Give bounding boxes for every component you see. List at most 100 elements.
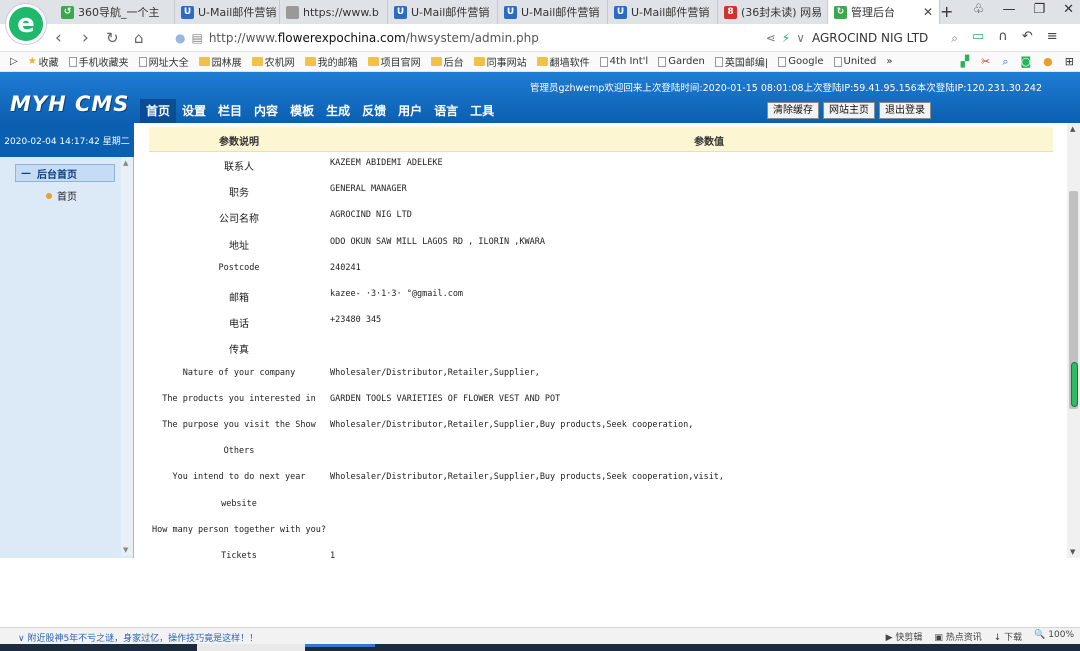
sidebar-toggle-icon[interactable]: ▷ xyxy=(0,56,23,67)
browser-tab[interactable]: U U-Mail邮件营销 xyxy=(498,0,608,24)
browser-tab[interactable]: 8 (36封未读) 网易 xyxy=(718,0,828,24)
dropdown-chevron-icon[interactable]: ∨ xyxy=(796,31,805,45)
side-panel-handle[interactable] xyxy=(1071,362,1078,407)
close-tab-icon[interactable]: ✕ xyxy=(923,5,933,19)
row-label: The products you interested in xyxy=(162,393,316,404)
cut-icon[interactable]: ✂ xyxy=(981,55,990,69)
minimize-icon[interactable]: — xyxy=(1002,2,1015,17)
bookmark-item[interactable]: Google xyxy=(773,54,828,69)
skin-icon[interactable]: ♧ xyxy=(973,2,985,17)
column-header-label: 参数说明 xyxy=(219,137,259,148)
table-row: Others xyxy=(149,440,1053,466)
bookmark-item[interactable]: 项目官网 xyxy=(363,54,426,69)
taskbar-active-app[interactable] xyxy=(305,644,375,647)
bookmark-label: 手机收藏夹 xyxy=(78,58,129,69)
cms-nav-item[interactable]: 工具 xyxy=(464,99,500,123)
bookmark-item[interactable]: 后台 xyxy=(426,54,469,69)
url-field[interactable]: ● ▤ http://www.flowerexpochina.com/hwsys… xyxy=(175,27,805,49)
tab-favicon-icon: ↻ xyxy=(834,5,847,19)
game-icon[interactable]: ◙ xyxy=(1020,55,1031,69)
status-tool[interactable]: ↓ 下载 xyxy=(994,630,1022,643)
row-value: Wholesaler/Distributor,Retailer,Supplier… xyxy=(330,367,540,378)
reload-icon[interactable]: ↻ xyxy=(106,29,119,47)
battery-icon[interactable]: ▭ xyxy=(972,29,984,44)
sidebar-scrollbar[interactable]: ▲ ▼ xyxy=(121,157,133,556)
cms-nav-item[interactable]: 首页 xyxy=(140,99,177,123)
scroll-up-icon[interactable]: ▲ xyxy=(1070,125,1075,133)
collapse-icon[interactable]: — xyxy=(21,168,31,179)
table-row: The products you interested in GARDEN TOO… xyxy=(149,388,1053,414)
search-icon[interactable]: ⌕ xyxy=(951,31,958,46)
undo-icon[interactable]: ↶ xyxy=(1022,29,1033,44)
headphones-icon[interactable]: ∩ xyxy=(998,29,1008,44)
cms-action-button[interactable]: 网站主页 xyxy=(823,102,875,119)
browser-tab[interactable]: https://www.b xyxy=(280,0,388,24)
taskbar-search[interactable] xyxy=(197,644,305,651)
lightning-icon[interactable]: ⚡ xyxy=(782,31,790,45)
restore-icon[interactable]: ❐ xyxy=(1033,2,1045,17)
share-icon[interactable]: ⋖ xyxy=(766,31,776,45)
news-ticker[interactable]: ∨ 附近股神5年不亏之谜，身家过亿，操作技巧竟是这样！！ xyxy=(18,631,258,644)
browser-logo-icon[interactable]: e xyxy=(6,4,46,44)
bookmark-item[interactable]: 网址大全 xyxy=(134,54,194,69)
tab-title: U-Mail邮件营销 xyxy=(411,6,490,19)
browser-tab[interactable]: U U-Mail邮件营销 xyxy=(388,0,498,24)
bookmark-item[interactable]: 翻墙软件 xyxy=(532,54,595,69)
forward-arrow-icon[interactable]: › xyxy=(82,28,89,48)
address-bar: ‹ › ↻ ⌂ ● ▤ http://www.flowerexpochina.c… xyxy=(0,24,1080,52)
back-arrow-icon[interactable]: ‹ xyxy=(55,28,62,48)
browser-tab[interactable]: ↻ 管理后台 ✕ xyxy=(828,0,940,24)
bookmark-item[interactable]: » xyxy=(881,54,897,69)
scroll-down-icon[interactable]: ▼ xyxy=(123,546,128,554)
cms-nav-item[interactable]: 内容 xyxy=(248,99,284,123)
table-row: The purpose you visit the Show Wholesaler… xyxy=(149,414,1053,440)
find-icon[interactable]: ⌕ xyxy=(1002,55,1008,69)
browser-tab[interactable]: U U-Mail邮件营销 xyxy=(608,0,718,24)
page-icon xyxy=(599,56,608,67)
status-tool[interactable]: ▶ 快剪辑 xyxy=(886,630,923,643)
bookmark-item[interactable]: 同事网站 xyxy=(469,54,532,69)
cms-nav-item[interactable]: 生成 xyxy=(320,99,356,123)
cms-nav-item[interactable]: 语言 xyxy=(428,99,464,123)
browser-tab[interactable]: ↺ 360导航_一个主 xyxy=(55,0,175,24)
status-tool[interactable]: ▣ 热点资讯 xyxy=(934,630,981,643)
bookmark-item[interactable]: 4th Int'l xyxy=(595,54,654,69)
star-icon: ★ xyxy=(27,56,37,67)
search-input[interactable]: AGROCIND NIG LTD ⌕ xyxy=(812,27,962,49)
bookmark-item[interactable]: 我的邮箱 xyxy=(300,54,363,69)
scroll-down-icon[interactable]: ▼ xyxy=(1070,548,1075,556)
bookmark-item[interactable]: ★ 收藏 xyxy=(23,54,64,69)
clip-icon: ▶ xyxy=(885,633,896,643)
cms-nav-item[interactable]: 栏目 xyxy=(212,99,248,123)
row-value: 240241 xyxy=(330,262,361,273)
cms-nav-item[interactable]: 模板 xyxy=(284,99,320,123)
close-window-icon[interactable]: ✕ xyxy=(1063,2,1074,17)
main-scrollbar[interactable]: ▲ ▼ xyxy=(1067,123,1080,558)
sidebar-item-home[interactable]: 首页 xyxy=(46,188,77,203)
cms-nav-item[interactable]: 用户 xyxy=(392,99,428,123)
translate-icon[interactable]: ▞ xyxy=(961,55,969,69)
cms-nav-item[interactable]: 反馈 xyxy=(356,99,392,123)
status-tool[interactable]: 🔍 100% xyxy=(1034,630,1074,643)
apps-icon[interactable]: ⊞ xyxy=(1065,55,1074,69)
bookmark-item[interactable]: Garden xyxy=(653,54,710,69)
browser-tab[interactable]: U U-Mail邮件营销 xyxy=(175,0,280,24)
page-icon xyxy=(138,56,147,67)
cms-action-button[interactable]: 清除缓存 xyxy=(767,102,819,119)
bookmark-item[interactable]: 手机收藏夹 xyxy=(64,54,134,69)
sidebar-group-home[interactable]: — 后台首页 xyxy=(15,164,115,182)
bookmark-item[interactable]: United xyxy=(829,54,882,69)
cms-nav-item[interactable]: 设置 xyxy=(176,99,212,123)
menu-icon[interactable]: ≡ xyxy=(1047,29,1058,44)
table-row: 地址 ODO OKUN SAW MILL LAGOS RD , ILORIN ,K… xyxy=(149,231,1053,257)
new-tab-plus-icon[interactable]: + xyxy=(940,2,953,21)
bookmark-item[interactable]: 英国邮编| xyxy=(710,54,773,69)
scroll-up-icon[interactable]: ▲ xyxy=(123,159,128,167)
home-icon[interactable]: ⌂ xyxy=(134,29,144,47)
bookmark-item[interactable]: 农机网 xyxy=(247,54,300,69)
bookmark-tools: ▞ ✂ ⌕ ◙ ● ⊞ xyxy=(961,55,1074,69)
bookmark-item[interactable]: 园林展 xyxy=(194,54,247,69)
current-date: 2020-02-04 14:17:42 星期二 xyxy=(0,123,134,157)
cms-action-button[interactable]: 退出登录 xyxy=(879,102,931,119)
coin-icon[interactable]: ● xyxy=(1043,55,1053,69)
